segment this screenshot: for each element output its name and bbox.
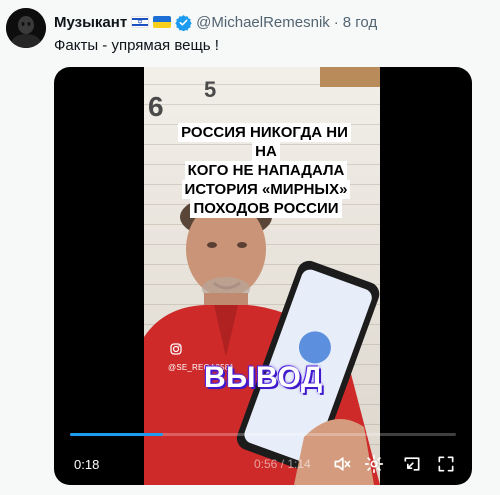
overlay-title-line: РОССИЯ НИКОГДА НИ НА — [178, 123, 351, 161]
person-holding-phone-image — [144, 197, 380, 485]
tweet-header: Музыкант ✡ @MichaelRemesnik · 8 год — [54, 12, 492, 32]
video-caption: ВЫВОД — [204, 361, 323, 394]
display-name[interactable]: Музыкант — [54, 14, 127, 31]
background-digit-6: 6 — [148, 91, 164, 122]
ukraine-flag-icon — [153, 16, 172, 28]
video-frame[interactable]: 6 5 РОССИЯ НИКОГДА НИ НА КОГО НЕ НАПАДАЛ… — [144, 67, 380, 485]
overlay-title-line: ИСТОРИЯ «МИРНЫХ» — [181, 180, 351, 199]
volume-icon[interactable] — [332, 454, 352, 474]
user-handle[interactable]: @MichaelRemesnik — [196, 14, 330, 31]
background-digit-5: 5 — [204, 77, 217, 102]
video-progress-bar[interactable] — [70, 433, 456, 436]
fullscreen-icon[interactable] — [436, 454, 456, 474]
israel-flag-icon: ✡ — [131, 16, 150, 28]
picture-in-picture-icon[interactable] — [402, 454, 422, 474]
verified-badge-icon — [175, 14, 192, 31]
settings-icon[interactable] — [364, 454, 384, 474]
overlay-title-line: ПОХОДОВ РОССИИ — [190, 199, 342, 218]
tweet-text: Факты - упрямая вещь ! — [54, 37, 219, 54]
tweet-card: Музыкант ✡ @MichaelRemesnik · 8 год Факт… — [0, 0, 500, 495]
video-player[interactable]: 6 5 РОССИЯ НИКОГДА НИ НА КОГО НЕ НАПАДАЛ… — [54, 67, 472, 485]
remaining-time: 0:56 / 1:14 — [254, 457, 311, 471]
separator-dot: · — [333, 13, 339, 31]
tweet-timestamp[interactable]: 8 год — [343, 14, 377, 31]
current-time: 0:18 — [74, 457, 100, 472]
video-controls: 0:18 0:56 / 1:14 — [54, 452, 472, 476]
video-cabinet — [320, 67, 380, 87]
video-progress-fill — [70, 433, 163, 436]
video-overlay-title: РОССИЯ НИКОГДА НИ НА КОГО НЕ НАПАДАЛА ИС… — [168, 123, 364, 218]
overlay-title-line: КОГО НЕ НАПАДАЛА — [184, 161, 348, 180]
avatar[interactable] — [6, 8, 46, 48]
instagram-icon — [170, 343, 182, 355]
